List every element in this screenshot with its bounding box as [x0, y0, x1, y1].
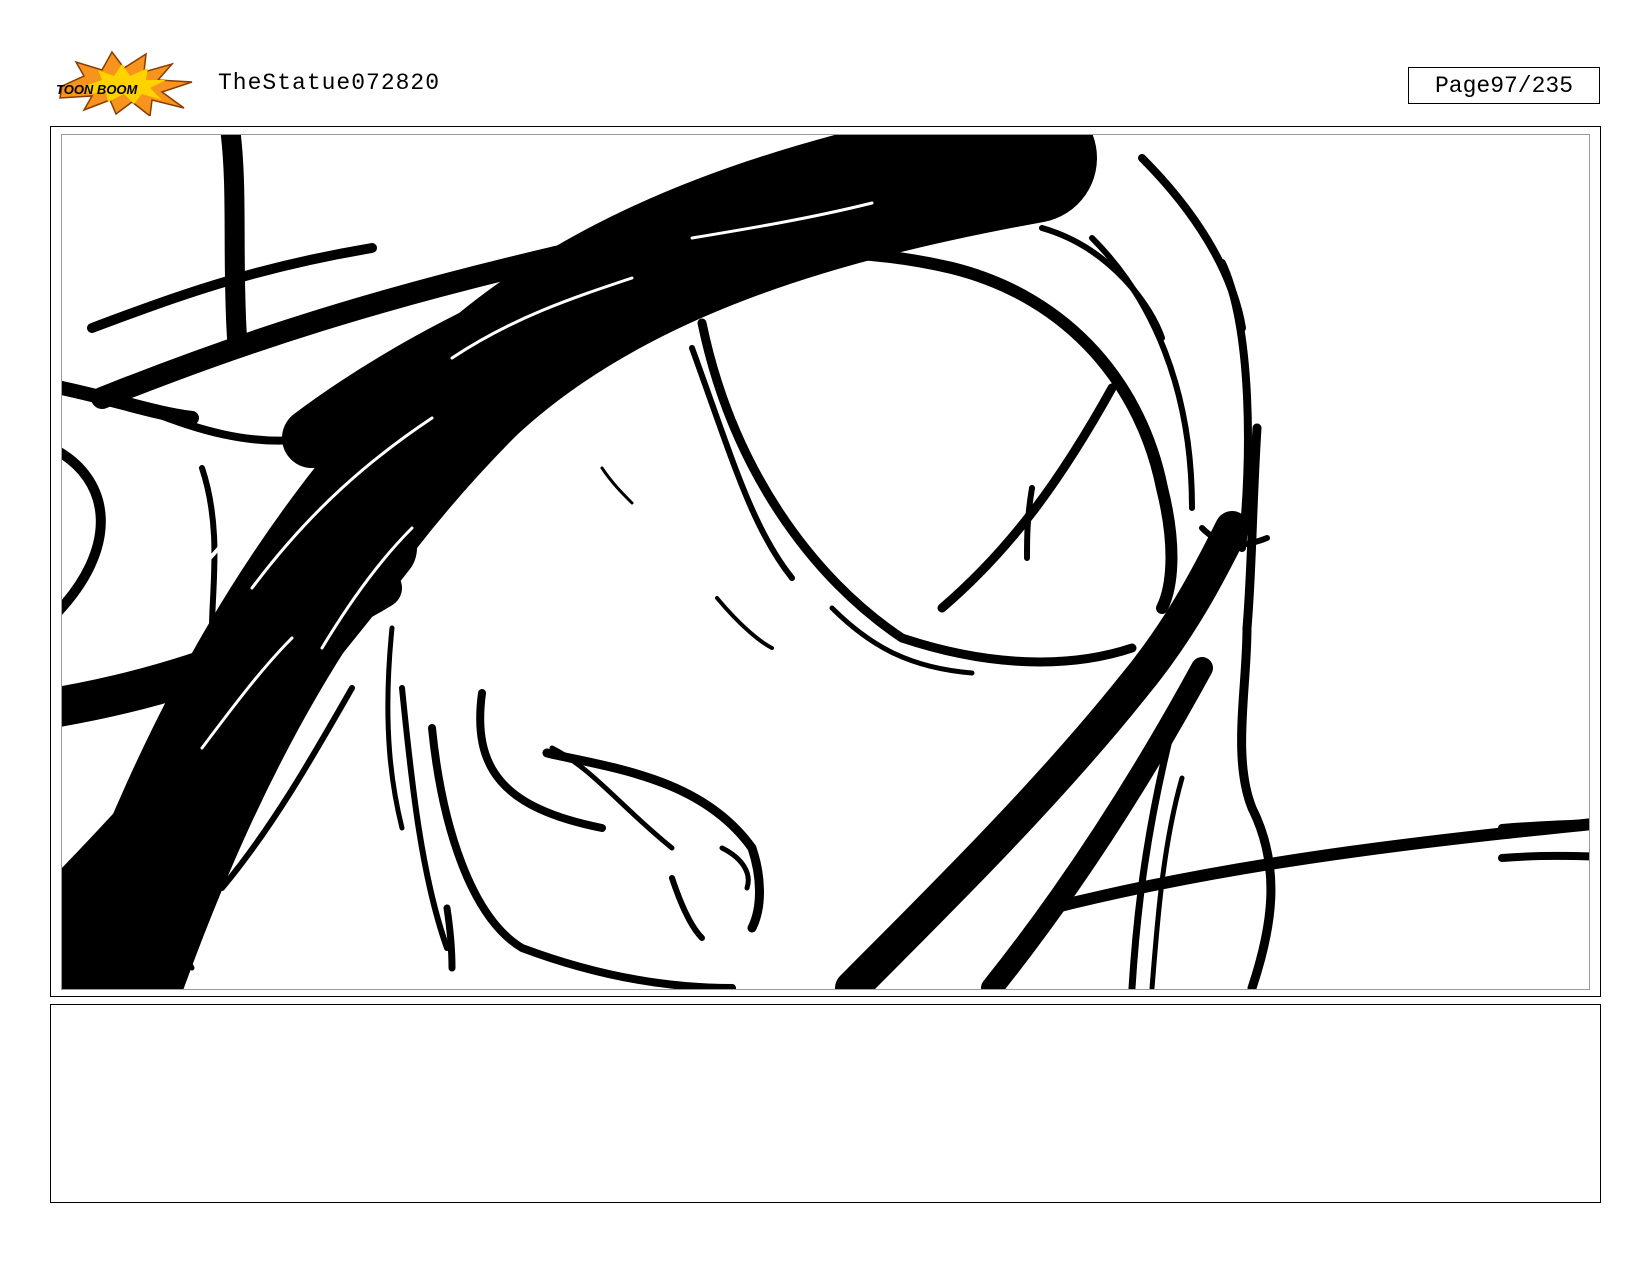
logo-burst-icon: TOON BOOM: [56, 50, 193, 118]
panel-frame: [61, 134, 1590, 990]
document-title: TheStatue072820: [218, 70, 441, 96]
page-number: 97/235: [1490, 72, 1574, 99]
toon-boom-logo: TOON BOOM: [54, 50, 198, 118]
panel-notes-area: [50, 1004, 1601, 1203]
logo-wordmark: TOON BOOM: [56, 82, 139, 97]
panel-sketch: [62, 135, 1589, 989]
page-label: Page: [1434, 72, 1491, 99]
storyboard-panel: [50, 126, 1601, 997]
page-indicator: Page 97/235: [1408, 67, 1600, 104]
